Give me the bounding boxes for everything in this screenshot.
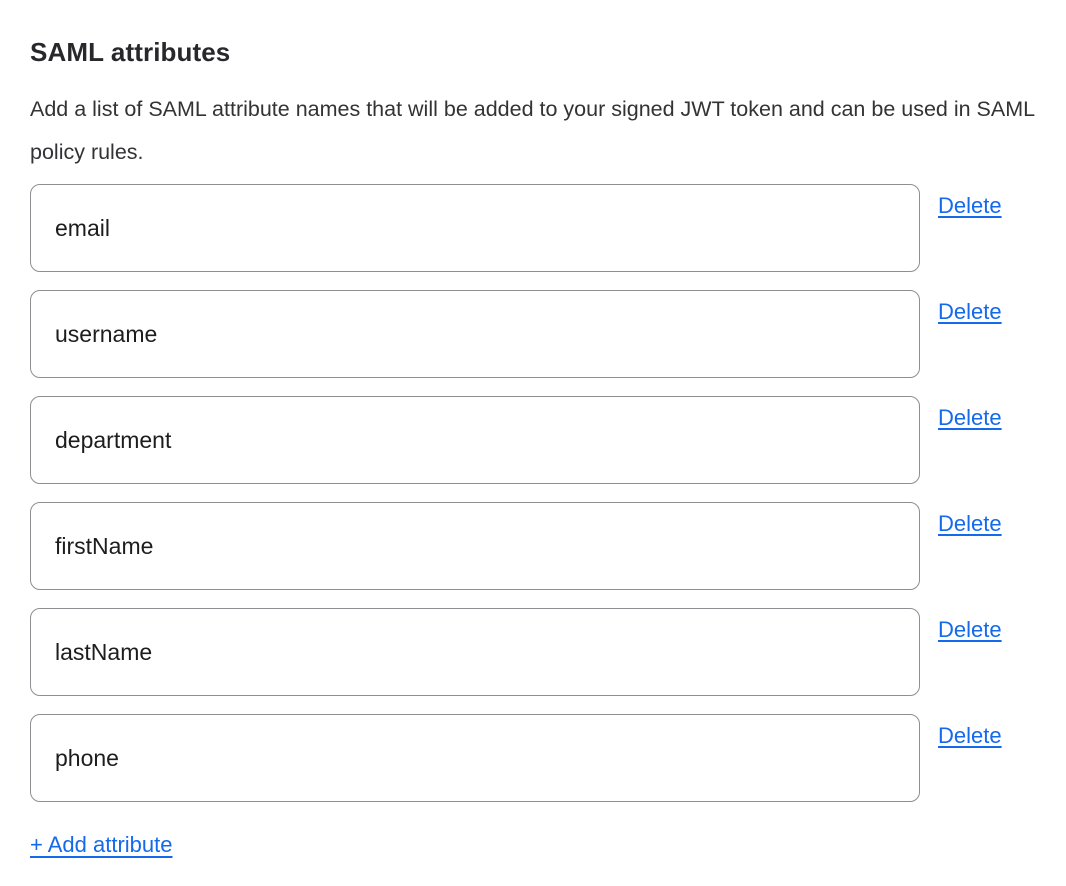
delete-link[interactable]: Delete: [938, 405, 1002, 431]
attribute-rows: Delete Delete Delete Delete Delete Delet…: [30, 184, 1066, 802]
attribute-row: Delete: [30, 290, 1066, 378]
delete-link[interactable]: Delete: [938, 723, 1002, 749]
attribute-input-department[interactable]: [30, 396, 920, 484]
delete-link[interactable]: Delete: [938, 511, 1002, 537]
add-attribute-link[interactable]: + Add attribute: [30, 832, 173, 858]
delete-link[interactable]: Delete: [938, 617, 1002, 643]
attribute-input-username[interactable]: [30, 290, 920, 378]
delete-link[interactable]: Delete: [938, 299, 1002, 325]
attribute-row: Delete: [30, 184, 1066, 272]
attribute-row: Delete: [30, 502, 1066, 590]
attribute-input-email[interactable]: [30, 184, 920, 272]
attribute-input-lastname[interactable]: [30, 608, 920, 696]
attribute-row: Delete: [30, 608, 1066, 696]
attribute-row: Delete: [30, 396, 1066, 484]
section-description: Add a list of SAML attribute names that …: [30, 88, 1040, 174]
attribute-input-firstname[interactable]: [30, 502, 920, 590]
delete-link[interactable]: Delete: [938, 193, 1002, 219]
attribute-row: Delete: [30, 714, 1066, 802]
saml-attributes-section: SAML attributes Add a list of SAML attri…: [0, 0, 1066, 858]
section-title: SAML attributes: [30, 36, 1066, 68]
attribute-input-phone[interactable]: [30, 714, 920, 802]
